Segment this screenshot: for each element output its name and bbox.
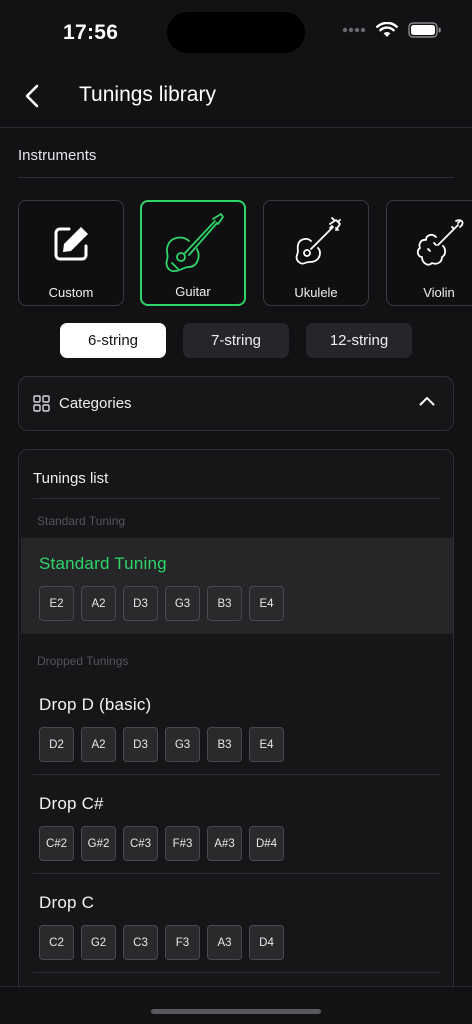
- note-chip: G3: [165, 586, 200, 621]
- note-chip: C2: [39, 925, 74, 960]
- bottom-bar: [0, 986, 472, 1024]
- tuning-item-drop-c-sharp[interactable]: Drop C# C#2 G#2 C#3 F#3 A#3 D#4: [21, 778, 453, 874]
- variant-6-string[interactable]: 6-string: [60, 323, 166, 358]
- divider: [33, 774, 441, 775]
- tuning-name: Drop C#: [39, 794, 104, 813]
- tuning-item-drop-c[interactable]: Drop C C2 G2 C3 F3 A3 D4: [21, 877, 453, 973]
- tuning-item-drop-d[interactable]: Drop D (basic) D2 A2 D3 G3 B3 E4: [21, 679, 453, 775]
- battery-icon: [408, 22, 441, 38]
- tunings-list-title: Tunings list: [33, 470, 109, 487]
- note-chip: C#3: [123, 826, 158, 861]
- instrument-label: Violin: [423, 285, 455, 300]
- note-chip: A2: [81, 586, 116, 621]
- dynamic-island: [167, 12, 305, 53]
- variant-12-string[interactable]: 12-string: [306, 323, 412, 358]
- guitar-icon: [165, 213, 224, 272]
- instrument-label: Guitar: [175, 284, 211, 299]
- note-chip: B3: [207, 727, 242, 762]
- tuning-name: Standard Tuning: [39, 554, 167, 573]
- group-label-dropped: Dropped Tunings: [37, 654, 129, 668]
- status-icons: [342, 22, 442, 38]
- note-chip: E4: [249, 586, 284, 621]
- tunings-list: Tunings list Standard Tuning Standard Tu…: [18, 449, 454, 1009]
- note-chip: B3: [207, 586, 242, 621]
- page-title: Tunings library: [79, 83, 216, 106]
- tuning-notes: C2 G2 C3 F3 A3 D4: [39, 925, 284, 960]
- note-chip: G2: [81, 925, 116, 960]
- variant-7-string[interactable]: 7-string: [183, 323, 289, 358]
- note-chip: D3: [123, 586, 158, 621]
- grid-icon: [33, 395, 50, 412]
- tuning-notes: D2 A2 D3 G3 B3 E4: [39, 727, 284, 762]
- tuning-notes: E2 A2 D3 G3 B3 E4: [39, 586, 284, 621]
- instrument-card-ukulele[interactable]: Ukulele: [263, 200, 369, 306]
- note-chip: G#2: [81, 826, 116, 861]
- divider: [33, 873, 441, 874]
- instrument-card-violin[interactable]: Violin: [386, 200, 472, 306]
- instrument-label: Custom: [48, 285, 94, 300]
- note-chip: A2: [81, 727, 116, 762]
- group-label-standard: Standard Tuning: [37, 514, 126, 528]
- note-chip: F3: [165, 925, 200, 960]
- edit-icon: [54, 227, 88, 261]
- tuning-name: Drop D (basic): [39, 695, 152, 714]
- violin-icon: [416, 219, 464, 266]
- instruments-label: Instruments: [18, 147, 97, 164]
- status-bar: 17:56: [0, 0, 472, 64]
- note-chip: C3: [123, 925, 158, 960]
- header: Tunings library: [0, 64, 472, 128]
- ukulele-icon: [295, 217, 341, 265]
- status-time: 17:56: [63, 21, 119, 44]
- note-chip: D3: [123, 727, 158, 762]
- note-chip: D4: [249, 925, 284, 960]
- note-chip: D#4: [249, 826, 284, 861]
- divider: [33, 972, 441, 973]
- note-chip: D2: [39, 727, 74, 762]
- categories-label: Categories: [59, 395, 132, 412]
- signal-icon: [342, 27, 366, 33]
- note-chip: E4: [249, 727, 284, 762]
- note-chip: G3: [165, 727, 200, 762]
- tuning-notes: C#2 G#2 C#3 F#3 A#3 D#4: [39, 826, 284, 861]
- wifi-icon: [376, 22, 398, 37]
- tuning-item-standard[interactable]: Standard Tuning E2 A2 D3 G3 B3 E4: [21, 538, 453, 634]
- instrument-label: Ukulele: [294, 285, 338, 300]
- chevron-left-icon: [25, 84, 39, 108]
- chevron-up-icon: [419, 397, 435, 406]
- divider: [33, 498, 441, 499]
- note-chip: F#3: [165, 826, 200, 861]
- categories-dropdown[interactable]: Categories: [18, 376, 454, 431]
- tuning-name: Drop C: [39, 893, 95, 912]
- divider: [18, 177, 454, 178]
- note-chip: A3: [207, 925, 242, 960]
- note-chip: C#2: [39, 826, 74, 861]
- note-chip: E2: [39, 586, 74, 621]
- back-button[interactable]: [14, 76, 50, 116]
- note-chip: A#3: [207, 826, 242, 861]
- home-indicator[interactable]: [151, 1009, 321, 1014]
- instrument-card-custom[interactable]: Custom: [18, 200, 124, 306]
- instrument-card-guitar[interactable]: Guitar: [140, 200, 246, 306]
- instrument-selector: Custom Guitar Ukulele Violin: [18, 200, 472, 306]
- string-variant-selector: 6-string 7-string 12-string: [60, 323, 412, 358]
